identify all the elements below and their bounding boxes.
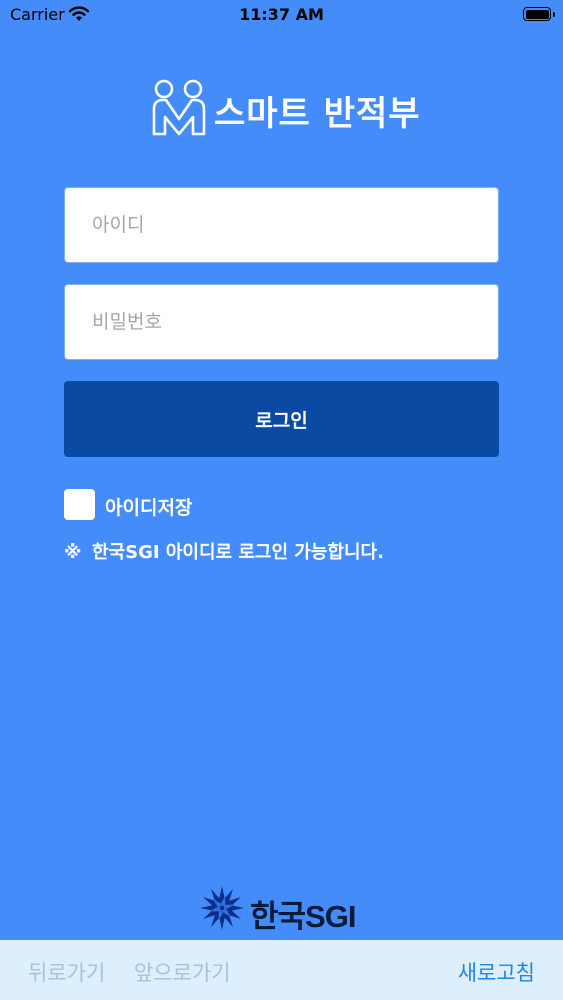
user-id-input[interactable] — [64, 187, 499, 263]
notice-text: 한국SGI 아이디로 로그인 가능합니다. — [92, 542, 384, 563]
remember-id-label[interactable]: 아이디저장 — [105, 493, 192, 520]
login-notice: ※ 한국SGI 아이디로 로그인 가능합니다. — [64, 538, 384, 564]
notice-mark: ※ — [64, 542, 82, 563]
sgi-emblem-icon — [200, 886, 244, 930]
login-button[interactable]: 로그인 — [64, 381, 499, 457]
bottom-nav-bar: 뒤로가기 앞으로가기 새로고침 — [0, 940, 563, 1000]
battery-icon — [523, 7, 555, 21]
remember-id-checkbox[interactable] — [64, 489, 95, 520]
sgi-logo-text: 한국SGI — [250, 899, 356, 934]
app-header: 스마트 반적부 — [0, 78, 563, 136]
app-logo-icon — [152, 79, 206, 136]
forward-button[interactable]: 앞으로가기 — [134, 957, 231, 987]
status-bar: Carrier 11:37 AM — [0, 0, 563, 30]
clock: 11:37 AM — [239, 5, 324, 24]
refresh-button[interactable]: 새로고침 — [458, 957, 535, 987]
app-title: 스마트 반적부 — [214, 94, 421, 134]
back-button[interactable]: 뒤로가기 — [28, 957, 105, 987]
password-input[interactable] — [64, 284, 499, 360]
